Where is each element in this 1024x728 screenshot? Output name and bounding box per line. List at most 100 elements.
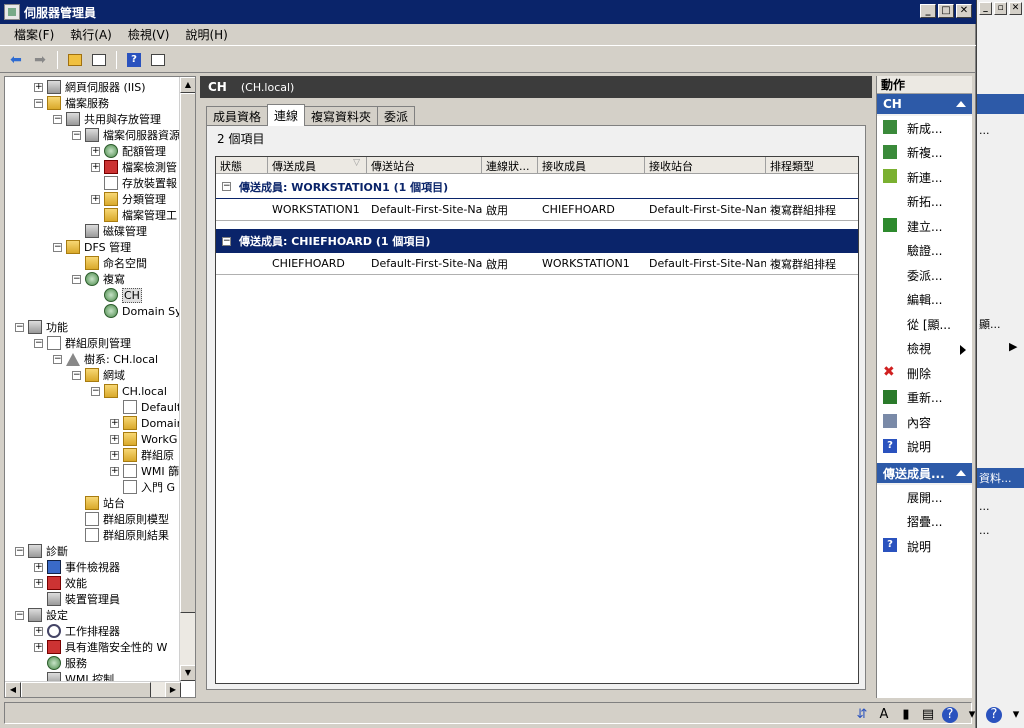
menu-file[interactable]: 檔案(F) <box>6 26 62 43</box>
expand-icon[interactable]: + <box>34 626 43 636</box>
expand-icon[interactable]: + <box>34 562 43 572</box>
tree-node-windows-firewall[interactable]: + 具有進階安全性的 W <box>34 639 167 655</box>
action-item[interactable]: 內容 <box>877 410 972 435</box>
tree-node-ch-local[interactable]: − CH.local <box>91 383 167 399</box>
collapse-icon[interactable]: − <box>15 546 24 556</box>
tree-node-file-mgmt-tasks[interactable]: 檔案管理工 <box>91 207 177 223</box>
tree-node-sites[interactable]: 站台 <box>72 495 125 511</box>
table-row[interactable]: WORKSTATION1 Default-First-Site-Na... 啟用… <box>216 199 858 221</box>
column-header-sending-member[interactable]: 傳送成員 ▽ <box>268 157 367 174</box>
tree-node-services[interactable]: 服務 <box>34 655 87 671</box>
title-bar[interactable]: 伺服器管理員 _ □ ✕ <box>0 0 976 24</box>
scroll-right-arrow-icon[interactable]: ▶ <box>165 682 181 697</box>
action-item[interactable]: 建立... <box>877 214 972 239</box>
tab-delegation[interactable]: 委派 <box>377 106 416 126</box>
tree-node-namespaces[interactable]: 命名空間 <box>72 255 147 271</box>
expand-icon[interactable]: + <box>91 162 100 172</box>
tab-membership[interactable]: 成員資格 <box>206 106 269 126</box>
expand-icon[interactable]: + <box>34 578 43 588</box>
tree-node-workgroup[interactable]: + WorkG <box>110 431 177 447</box>
tree-node-diagnostics[interactable]: − 診斷 <box>15 543 68 559</box>
network-icon[interactable]: ⇵ <box>854 707 870 723</box>
tree-node-wmi-filters[interactable]: + WMI 篩 <box>110 463 179 479</box>
actions-section-sending-member[interactable]: 傳送成員... <box>877 463 972 485</box>
scroll-down-arrow-icon[interactable]: ▼ <box>180 665 195 681</box>
tab-replicated-folders[interactable]: 複寫資料夾 <box>304 106 379 126</box>
scroll-up-arrow-icon[interactable]: ▲ <box>180 77 195 93</box>
tree-node-domain-system-volume[interactable]: Domain Sys <box>91 303 181 319</box>
collapse-icon[interactable]: − <box>15 322 24 332</box>
expand-icon[interactable]: + <box>34 642 43 652</box>
background-window[interactable]: _ ▫ ✕ 資料... ... 顯... ▶ ... ... <box>976 0 1024 728</box>
expand-icon[interactable]: + <box>91 194 100 204</box>
column-header-sending-site[interactable]: 傳送站台 <box>367 157 482 174</box>
close-button[interactable]: ✕ <box>956 4 972 18</box>
tree-node-gpo[interactable]: + 群組原 <box>110 447 174 463</box>
bg-minimize-button[interactable]: _ <box>979 2 992 15</box>
tab-connections[interactable]: 連線 <box>267 104 306 126</box>
tree-node-storage-reports[interactable]: 存放裝置報 <box>91 175 177 191</box>
action-item[interactable]: 編輯... <box>877 288 972 313</box>
action-item[interactable]: 新連... <box>877 165 972 190</box>
tree-node-default-domain-policy[interactable]: Default <box>110 399 181 415</box>
tree-node-task-scheduler[interactable]: + 工作排程器 <box>34 623 120 639</box>
action-item[interactable]: 委派... <box>877 263 972 288</box>
tree-node-fsrm[interactable]: − 檔案伺服器資源 <box>72 127 180 143</box>
show-hide-tree-icon[interactable] <box>89 50 109 70</box>
action-item[interactable]: ? 說明 <box>877 534 972 559</box>
tree-node-performance[interactable]: + 效能 <box>34 575 87 591</box>
group-header-chiefhoard[interactable]: − 傳送成員: CHIEFHOARD (1 個項目) <box>216 229 858 253</box>
table-row[interactable]: CHIEFHOARD Default-First-Site-Na... 啟用 W… <box>216 253 858 275</box>
column-header-schedule-type[interactable]: 排程類型 <box>766 157 858 174</box>
action-item[interactable]: 檢視 <box>877 337 972 362</box>
tree-node-ch[interactable]: CH <box>91 287 142 303</box>
collapse-icon[interactable]: − <box>53 354 62 364</box>
scroll-left-arrow-icon[interactable]: ◀ <box>5 682 21 697</box>
help-circle-icon[interactable]: ? <box>986 707 1002 723</box>
column-header-status[interactable]: 狀態 <box>216 157 268 174</box>
collapse-icon[interactable]: − <box>15 610 24 620</box>
menu-help[interactable]: 說明(H) <box>177 26 235 43</box>
expand-icon[interactable]: + <box>110 466 119 476</box>
column-header-receiving-site[interactable]: 接收站台 <box>645 157 766 174</box>
tree-node-domains[interactable]: − 網域 <box>72 367 125 383</box>
action-item[interactable]: 從 [顯... <box>877 312 972 337</box>
minimize-button[interactable]: _ <box>920 4 936 18</box>
tree-node-features[interactable]: − 功能 <box>15 319 68 335</box>
scroll-thumb[interactable] <box>180 93 195 613</box>
column-header-connection-state[interactable]: 連線狀... <box>482 157 538 174</box>
action-item[interactable]: 展開... <box>877 485 972 510</box>
actions-section-ch[interactable]: CH <box>877 94 972 116</box>
show-hide-action-pane-icon[interactable] <box>148 50 168 70</box>
tree-node-file-screening[interactable]: + 檔案檢測管 <box>91 159 177 175</box>
collapse-icon[interactable]: − <box>34 338 43 348</box>
tray-options-icon[interactable]: ▾ <box>1008 707 1024 723</box>
maximize-button[interactable]: □ <box>938 4 954 18</box>
tree-node-file-services[interactable]: − 檔案服務 <box>34 95 109 111</box>
action-item[interactable]: 新拓... <box>877 190 972 215</box>
tree-node-wmi-control[interactable]: WMI 控制 <box>34 671 114 681</box>
tree-node-classification-mgmt[interactable]: + 分類管理 <box>91 191 166 207</box>
h-scroll-thumb[interactable] <box>21 682 151 697</box>
collapse-icon[interactable]: − <box>91 386 100 396</box>
tree-node-gp-results[interactable]: 群組原則結果 <box>72 527 169 543</box>
menu-view[interactable]: 檢視(V) <box>120 26 178 43</box>
expand-icon[interactable]: + <box>91 146 100 156</box>
tree-node-forest-ch-local[interactable]: − 樹系: CH.local <box>53 351 158 367</box>
action-item[interactable]: ✖ 刪除 <box>877 361 972 386</box>
action-item[interactable]: 驗證... <box>877 239 972 264</box>
collapse-icon[interactable]: − <box>53 114 62 124</box>
tree-horizontal-scrollbar[interactable]: ◀ ▶ <box>5 681 181 697</box>
bg-restore-button[interactable]: ▫ <box>994 2 1007 15</box>
collapse-icon[interactable]: − <box>72 274 81 284</box>
collapse-icon[interactable]: − <box>34 98 43 108</box>
action-item[interactable]: 摺疊... <box>877 510 972 535</box>
tree-node-quota-mgmt[interactable]: + 配額管理 <box>91 143 166 159</box>
action-item[interactable]: 新複... <box>877 141 972 166</box>
tree-node-disk-mgmt[interactable]: 磁碟管理 <box>72 223 147 239</box>
keyboard-icon[interactable]: ▤ <box>920 707 936 723</box>
group-header-workstation1[interactable]: − 傳送成員: WORKSTATION1 (1 個項目) <box>216 175 858 199</box>
forward-arrow-icon[interactable]: ➡ <box>30 50 50 70</box>
help-circle-icon[interactable]: ? <box>942 707 958 723</box>
action-item[interactable]: 重新... <box>877 386 972 411</box>
